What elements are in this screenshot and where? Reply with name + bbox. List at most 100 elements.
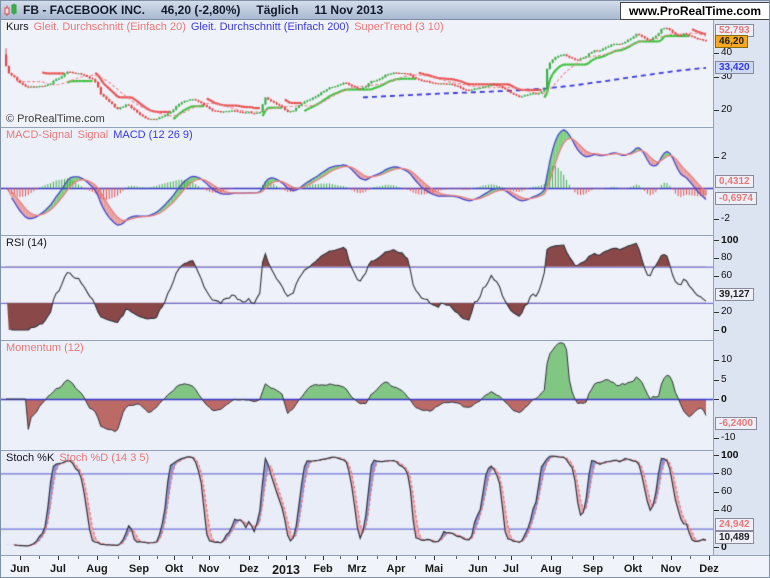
- month-tick: [286, 556, 287, 560]
- current-value-box: 0,4312: [715, 174, 754, 188]
- axis-tick-label: 0: [721, 393, 727, 405]
- axis-tick: [714, 110, 719, 111]
- axis-tick-label: 2: [721, 150, 727, 162]
- stochastic-legend: Stoch %K Stoch %D (14 3 5): [6, 452, 154, 464]
- axis-tick: [714, 311, 719, 313]
- axis-tick-label: 40: [721, 47, 733, 59]
- legend-item: MACD-Signal: [6, 129, 73, 141]
- month-tick: [511, 556, 512, 560]
- legend-item: MACD (12 26 9): [113, 129, 193, 141]
- minor-tick: [118, 556, 119, 559]
- minor-tick: [77, 556, 79, 559]
- minor-tick: [39, 556, 40, 559]
- minor-tick: [340, 556, 341, 559]
- month-label: Jun: [10, 563, 30, 575]
- rsi-chart-canvas[interactable]: [1, 236, 713, 340]
- current-value-box: 10,489: [715, 530, 754, 544]
- minor-tick: [652, 556, 653, 559]
- axis-tick: [714, 491, 719, 493]
- legend-item: Kurs: [6, 21, 29, 33]
- month-label: Jun: [468, 563, 488, 575]
- watermark: © ProRealTime.com: [6, 113, 105, 125]
- axis-tick-label: 20: [721, 104, 733, 115]
- month-label: Sep: [128, 563, 150, 575]
- axis-tick: [714, 379, 719, 381]
- axis-tick-label: 60: [721, 485, 733, 497]
- legend-item: Stoch %D (14 3 5): [59, 452, 150, 464]
- macd-panel: MACD-Signal Signal MACD (12 26 9): [1, 127, 769, 235]
- month-label: 2013: [272, 563, 300, 577]
- axis-tick: [714, 275, 719, 277]
- minor-tick: [690, 556, 691, 559]
- month-tick: [323, 556, 324, 560]
- macd-legend: MACD-Signal Signal MACD (12 26 9): [6, 129, 198, 141]
- price-panel: Kurs Gleit. Durchschnitt (Einfach 20) Glei…: [1, 20, 769, 127]
- momentum-chart-canvas[interactable]: [1, 341, 713, 450]
- month-label: Jul: [50, 563, 66, 575]
- month-label: Nov: [198, 563, 220, 575]
- month-label: Aug: [86, 563, 108, 575]
- axis-tick-label: 80: [721, 251, 733, 263]
- minor-tick: [191, 556, 193, 559]
- price-chart-canvas[interactable]: [1, 20, 713, 127]
- month-label: Sep: [582, 563, 604, 575]
- month-tick: [139, 556, 140, 560]
- month-tick: [209, 556, 210, 560]
- month-label: Okt: [164, 563, 184, 575]
- axis-tick: [714, 219, 719, 221]
- axis-tick-label: 5: [721, 373, 727, 385]
- axis-tick: [714, 156, 719, 158]
- month-tick: [478, 556, 479, 560]
- axis-tick-label: -2: [721, 213, 730, 225]
- month-label: Dez: [699, 563, 719, 575]
- minor-tick: [156, 556, 158, 559]
- month-tick: [434, 556, 435, 560]
- legend-item: SuperTrend (3 10): [354, 21, 444, 33]
- instrument-title: FB - FACEBOOK INC.: [23, 3, 145, 17]
- stochastic-panel: Stoch %K Stoch %D (14 3 5): [1, 450, 769, 555]
- axis-tick-label: 10: [721, 354, 733, 365]
- date-label: 11 Nov 2013: [314, 3, 384, 17]
- legend-item: Signal: [77, 129, 109, 141]
- minor-tick: [267, 556, 269, 559]
- month-label: Mrz: [347, 563, 367, 575]
- macd-chart-canvas[interactable]: [1, 128, 713, 235]
- axis-tick: [714, 239, 719, 241]
- chart-window: FB - FACEBOOK INC. 46,20 (-2,80%) Täglic…: [0, 0, 770, 578]
- axis-tick: [714, 360, 719, 361]
- current-value-box: -6,2400: [715, 416, 757, 430]
- month-tick: [58, 556, 59, 560]
- legend-item: Gleit. Durchschnitt (Einfach 20): [33, 21, 186, 33]
- month-tick: [671, 556, 672, 560]
- minor-tick: [572, 556, 573, 559]
- month-tick: [174, 556, 175, 560]
- minor-tick: [531, 556, 532, 559]
- rsi-legend: RSI (14): [6, 237, 52, 249]
- axis-tick-label: 40: [721, 504, 733, 516]
- axis-tick-label: -10: [721, 432, 736, 443]
- month-label: Aug: [540, 563, 562, 575]
- current-value-box: 46,20: [715, 34, 749, 48]
- axis-tick-label: 100: [721, 233, 739, 246]
- month-tick: [357, 556, 358, 560]
- axis-tick: [714, 257, 719, 259]
- minor-tick: [376, 556, 378, 559]
- momentum-panel: Momentum (12): [1, 340, 769, 450]
- axis-tick-label: 0: [721, 324, 727, 336]
- axis-tick: [714, 53, 719, 55]
- month-label: Feb: [313, 563, 333, 575]
- prorealtime-link[interactable]: www.ProRealTime.com: [619, 2, 769, 20]
- time-axis[interactable]: Jun Jul Aug Sep Okt Nov Dez 2013 Feb Mrz Apr Mai Jun…: [1, 555, 769, 577]
- month-tick: [97, 556, 98, 560]
- price-legend: Kurs Gleit. Durchschnitt (Einfach 20) Glei…: [6, 21, 449, 33]
- month-tick: [20, 556, 21, 560]
- axis-tick: [714, 455, 719, 456]
- month-tick: [551, 556, 552, 560]
- month-tick: [709, 556, 710, 560]
- axis-tick: [714, 330, 719, 331]
- month-label: Mai: [424, 563, 444, 575]
- axis-tick: [714, 547, 719, 548]
- axis-tick: [714, 399, 719, 400]
- stochastic-chart-canvas[interactable]: [1, 451, 713, 555]
- legend-item: Momentum (12): [6, 342, 84, 354]
